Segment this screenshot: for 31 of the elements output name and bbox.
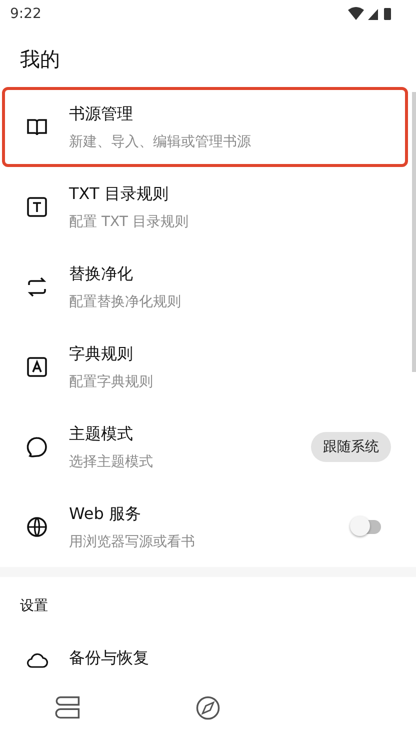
menu-item[interactable]: TXT 目录规则 配置 TXT 目录规则: [2, 167, 408, 247]
menu-item[interactable]: 替换净化 配置替换净化规则: [2, 247, 408, 327]
item-subtitle: 用浏览器写源或看书: [69, 532, 196, 550]
item-title: 字典规则: [69, 344, 134, 364]
letter-box-icon: [25, 355, 49, 379]
page-title: 我的: [19, 46, 61, 73]
globe-icon: [25, 515, 49, 539]
menu-item[interactable]: 字典规则 配置字典规则: [2, 327, 408, 407]
item-title: Web 服务: [69, 504, 142, 524]
item-title: TXT 目录规则: [69, 184, 170, 204]
section-header: 设置: [19, 597, 49, 616]
item-title: 备份与恢复: [69, 648, 150, 669]
menu-item[interactable]: 主题模式 选择主题模式 跟随系统: [2, 407, 408, 487]
item-subtitle: 选择主题模式: [69, 452, 154, 470]
menu-item[interactable]: Web 服务 用浏览器写源或看书: [2, 487, 408, 567]
menu-item[interactable]: 书源管理 新建、导入、编辑或管理书源: [2, 87, 408, 167]
item-subtitle: 配置字典规则: [69, 372, 154, 390]
menu-item[interactable]: 备份与恢复: [2, 623, 416, 685]
item-subtitle: 新建、导入、编辑或管理书源: [69, 132, 252, 150]
status-icons: [348, 7, 392, 21]
item-subtitle: 配置 TXT 目录规则: [69, 212, 190, 230]
item-title: 替换净化: [69, 264, 134, 284]
theme-chip[interactable]: 跟随系统: [311, 432, 391, 462]
status-time: 9:22: [10, 6, 42, 22]
swap-arrows-icon: [25, 275, 49, 299]
item-title: 书源管理: [69, 104, 134, 124]
text-box-icon: [25, 195, 49, 219]
item-subtitle: 配置替换净化规则: [69, 292, 182, 310]
bubble-icon: [25, 435, 49, 459]
compass-icon[interactable]: [194, 694, 222, 722]
item-title: 主题模式: [69, 424, 134, 444]
